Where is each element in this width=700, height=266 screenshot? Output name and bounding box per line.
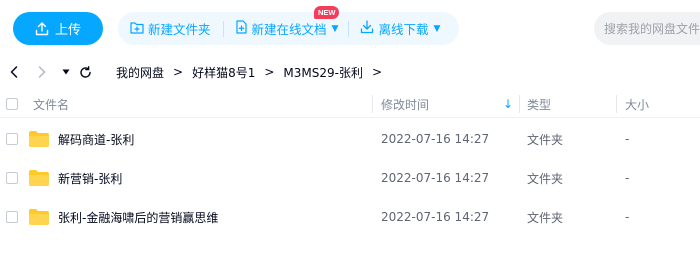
file-size: - bbox=[625, 210, 630, 224]
new-folder-label: 新建文件夹 bbox=[148, 22, 211, 37]
file-name[interactable]: 解码商道-张利 bbox=[58, 120, 134, 158]
header-divider bbox=[0, 117, 700, 118]
file-type: 文件夹 bbox=[527, 210, 564, 225]
column-divider[interactable] bbox=[519, 95, 520, 113]
column-type-label: 类型 bbox=[527, 97, 552, 112]
offline-download-button[interactable]: 离线下载 ▼ bbox=[349, 12, 450, 45]
column-header-type[interactable]: 类型 bbox=[527, 91, 551, 117]
file-type: 文件夹 bbox=[527, 171, 564, 186]
new-doc-label: 新建在线文档 bbox=[251, 22, 327, 37]
breadcrumb-separator: > bbox=[173, 65, 184, 79]
column-divider[interactable] bbox=[616, 95, 617, 113]
modified-time: 2022-07-16 14:27 bbox=[381, 171, 490, 185]
breadcrumb-item-root[interactable]: 我的网盘 bbox=[116, 64, 164, 81]
history-dropdown-icon[interactable] bbox=[60, 61, 72, 83]
toolbar: 上传 新建文件夹 新建在线文档 ▼ NEW 离线下载 ▼ 搜索我的网盘文件 bbox=[0, 0, 700, 58]
modified-time: 2022-07-16 14:27 bbox=[381, 210, 490, 224]
navigation-bar: 我的网盘 > 好样猫8号1 > M3MS29-张利 > bbox=[0, 58, 700, 86]
new-badge: NEW bbox=[313, 6, 340, 19]
new-online-doc-button[interactable]: 新建在线文档 ▼ NEW bbox=[224, 6, 349, 45]
select-all-checkbox[interactable] bbox=[6, 98, 18, 110]
table-row[interactable]: 新营销-张利 2022-07-16 14:27 文件夹 - bbox=[0, 159, 700, 197]
new-folder-icon bbox=[130, 21, 144, 37]
folder-icon bbox=[29, 131, 49, 147]
column-header-size[interactable]: 大小 bbox=[625, 91, 649, 117]
breadcrumb: 我的网盘 > 好样猫8号1 > M3MS29-张利 > bbox=[116, 58, 391, 86]
file-name[interactable]: 张利-金融海啸后的营销赢思维 bbox=[58, 198, 218, 236]
file-name[interactable]: 新营销-张利 bbox=[58, 159, 122, 197]
new-folder-button[interactable]: 新建文件夹 bbox=[118, 12, 223, 45]
file-table-header: 文件名 修改时间 ↓ 类型 大小 bbox=[0, 91, 700, 117]
sort-arrow-icon: ↓ bbox=[502, 97, 513, 111]
table-row[interactable]: 张利-金融海啸后的营销赢思维 2022-07-16 14:27 文件夹 - bbox=[0, 198, 700, 236]
breadcrumb-separator: > bbox=[264, 65, 275, 79]
offline-download-label: 离线下载 bbox=[378, 22, 429, 37]
column-divider[interactable] bbox=[372, 95, 373, 113]
search-input[interactable] bbox=[594, 12, 700, 45]
upload-button[interactable]: 上传 bbox=[13, 12, 103, 45]
table-row[interactable]: 解码商道-张利 2022-07-16 14:27 文件夹 - bbox=[0, 120, 700, 158]
file-size: - bbox=[625, 132, 630, 146]
column-modified-label: 修改时间 bbox=[381, 97, 430, 112]
breadcrumb-separator: > bbox=[371, 65, 383, 79]
folder-icon bbox=[29, 209, 49, 225]
modified-time: 2022-07-16 14:27 bbox=[381, 132, 490, 146]
chevron-down-icon: ▼ bbox=[433, 23, 441, 34]
row-checkbox[interactable] bbox=[6, 172, 18, 184]
new-doc-icon bbox=[235, 20, 248, 37]
column-header-modified[interactable]: 修改时间 ↓ bbox=[381, 91, 517, 117]
breadcrumb-item-current[interactable]: M3MS29-张利 bbox=[283, 64, 363, 81]
breadcrumb-item[interactable]: 好样猫8号1 bbox=[192, 64, 255, 81]
chevron-down-icon: ▼ bbox=[331, 23, 339, 34]
column-name-label: 文件名 bbox=[33, 97, 70, 112]
back-icon[interactable] bbox=[6, 61, 22, 83]
file-type: 文件夹 bbox=[527, 132, 564, 147]
column-header-name[interactable]: 文件名 bbox=[33, 91, 69, 117]
row-checkbox[interactable] bbox=[6, 133, 18, 145]
upload-label: 上传 bbox=[54, 23, 81, 38]
upload-icon bbox=[35, 21, 49, 36]
refresh-icon[interactable] bbox=[77, 61, 93, 83]
toolbar-action-group: 新建文件夹 新建在线文档 ▼ NEW 离线下载 ▼ bbox=[118, 6, 459, 45]
download-icon bbox=[360, 20, 374, 37]
folder-icon bbox=[29, 170, 49, 186]
file-size: - bbox=[625, 171, 630, 185]
forward-icon[interactable] bbox=[34, 61, 50, 83]
column-size-label: 大小 bbox=[625, 97, 650, 112]
row-checkbox[interactable] bbox=[6, 211, 18, 223]
